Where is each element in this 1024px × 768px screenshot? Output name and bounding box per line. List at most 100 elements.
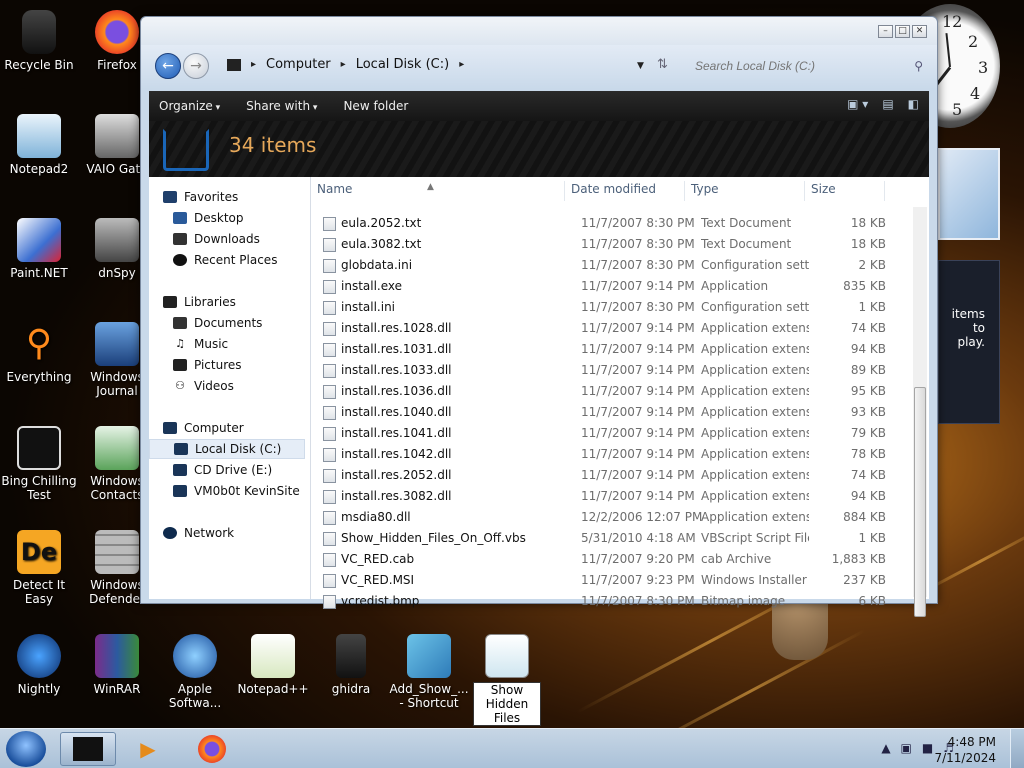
nav-label: Local Disk (C:) bbox=[195, 442, 282, 456]
file-name: install.exe bbox=[341, 279, 403, 293]
desktop-icon-notepad2[interactable]: Notepad2 bbox=[0, 114, 79, 176]
column-header-type[interactable]: Type bbox=[685, 181, 805, 201]
table-row[interactable]: VC_RED.cab 11/7/2007 9:20 PM cab Archive 1,… bbox=[311, 549, 891, 570]
explorer-window[interactable]: – □ ✕ ← → ▸ Computer ▸ Local Disk (C:) ▸… bbox=[140, 16, 938, 617]
clock-numeral: 2 bbox=[968, 32, 979, 51]
monitor-tray-icon[interactable]: ■ bbox=[922, 741, 933, 755]
crumb-separator[interactable]: ▸ bbox=[341, 59, 346, 70]
die-icon: De bbox=[17, 530, 61, 574]
column-header-name[interactable]: Name ▲ bbox=[311, 181, 565, 201]
file-name: install.res.1040.dll bbox=[341, 405, 452, 419]
title-bar[interactable]: – □ ✕ bbox=[141, 17, 937, 45]
column-label: Type bbox=[691, 182, 719, 196]
winrar-icon bbox=[95, 634, 139, 678]
desktop-icon-show-hidden-files[interactable]: Show Hidden Files bbox=[467, 634, 547, 726]
desktop-icon bbox=[173, 212, 187, 224]
table-row[interactable]: install.exe 11/7/2007 9:14 PM Application 8… bbox=[311, 276, 891, 297]
table-row[interactable]: install.ini 11/7/2007 8:30 PM Configuratio… bbox=[311, 297, 891, 318]
crumb-separator[interactable]: ▸ bbox=[251, 59, 256, 70]
desktop-icon-ghidra[interactable]: ghidra bbox=[311, 634, 391, 696]
file-size: 237 KB bbox=[843, 573, 886, 587]
file-type: Bitmap image bbox=[701, 594, 786, 608]
nav-local-disk[interactable]: Local Disk (C:) bbox=[149, 439, 305, 459]
network-tray-icon[interactable]: ▣ bbox=[901, 741, 912, 755]
table-row[interactable]: install.res.1042.dll 11/7/2007 9:14 PM App… bbox=[311, 444, 891, 465]
column-header-size[interactable]: Size bbox=[805, 181, 885, 201]
desktop-icon-apple-update[interactable]: Apple Softwa... bbox=[155, 634, 235, 710]
desktop-icon-rename-field[interactable]: Show Hidden Files bbox=[473, 682, 541, 726]
table-row[interactable]: install.res.1031.dll 11/7/2007 9:14 PM App… bbox=[311, 339, 891, 360]
breadcrumb-computer[interactable]: Computer bbox=[266, 57, 331, 72]
preview-pane-icon[interactable]: ▤ bbox=[882, 97, 893, 111]
nav-network[interactable]: Network bbox=[163, 523, 325, 543]
desktop-icon-nightly[interactable]: Nightly bbox=[0, 634, 79, 696]
close-button[interactable]: ✕ bbox=[912, 25, 927, 38]
desktop-icon-paintnet[interactable]: Paint.NET bbox=[0, 218, 79, 280]
desktop-icon-detect-it-easy[interactable]: De Detect It Easy bbox=[0, 530, 79, 606]
column-header-date[interactable]: Date modified bbox=[565, 181, 685, 201]
file-type: Application extens... bbox=[701, 363, 809, 377]
table-row[interactable]: install.res.1041.dll 11/7/2007 9:14 PM App… bbox=[311, 423, 891, 444]
vertical-scrollbar[interactable] bbox=[913, 207, 927, 617]
nav-label: VM0b0t KevinSite bbox=[194, 484, 300, 498]
nav-computer[interactable]: Computer bbox=[163, 418, 325, 438]
share-with-button[interactable]: Share with bbox=[246, 99, 317, 113]
new-folder-button[interactable]: New folder bbox=[343, 99, 408, 113]
organize-button[interactable]: Organize bbox=[159, 99, 220, 113]
search-icon[interactable]: ⚲ bbox=[914, 59, 923, 73]
file-list[interactable]: Name ▲ Date modified Type Size eula.2052… bbox=[311, 177, 929, 617]
crumb-separator[interactable]: ▸ bbox=[459, 59, 464, 70]
desktop-icon-recycle-bin[interactable]: Recycle Bin bbox=[0, 10, 79, 72]
file-name: VC_RED.MSI bbox=[341, 573, 415, 587]
search-input[interactable] bbox=[687, 53, 927, 79]
taskbar-explorer[interactable] bbox=[60, 732, 116, 766]
desktop-icon-everything[interactable]: ⚲ Everything bbox=[0, 322, 79, 385]
maximize-button[interactable]: □ bbox=[895, 25, 910, 38]
breadcrumb[interactable]: ▸ Computer ▸ Local Disk (C:) ▸ bbox=[227, 57, 464, 72]
table-row[interactable]: eula.2052.txt 11/7/2007 8:30 PM Text Docum… bbox=[311, 213, 891, 234]
desktop-icon-add-show-shortcut[interactable]: Add_Show_... - Shortcut bbox=[389, 634, 469, 710]
table-row[interactable]: install.res.1028.dll 11/7/2007 9:14 PM App… bbox=[311, 318, 891, 339]
taskbar-firefox[interactable] bbox=[184, 732, 240, 766]
show-desktop-button[interactable] bbox=[1010, 729, 1024, 768]
file-size: 835 KB bbox=[843, 279, 886, 293]
file-date: 11/7/2007 9:23 PM bbox=[581, 573, 695, 587]
table-row[interactable]: install.res.1036.dll 11/7/2007 9:14 PM App… bbox=[311, 381, 891, 402]
table-row[interactable]: globdata.ini 11/7/2007 8:30 PM Configurati… bbox=[311, 255, 891, 276]
slideshow-gadget[interactable] bbox=[938, 148, 1000, 240]
desktop-icon-winrar[interactable]: WinRAR bbox=[77, 634, 157, 696]
table-row[interactable]: install.res.2052.dll 11/7/2007 9:14 PM App… bbox=[311, 465, 891, 486]
navigation-pane[interactable]: Favorites Desktop Downloads Recent Place… bbox=[149, 177, 311, 599]
nav-libraries[interactable]: Libraries bbox=[163, 292, 325, 312]
clock-numeral: 3 bbox=[978, 58, 989, 77]
back-button[interactable]: ← bbox=[155, 53, 181, 79]
file-icon bbox=[323, 553, 336, 567]
table-row[interactable]: msdia80.dll 12/2/2006 12:07 PM Application… bbox=[311, 507, 891, 528]
table-row[interactable]: Show_Hidden_Files_On_Off.vbs 5/31/2010 4:… bbox=[311, 528, 891, 549]
table-row[interactable]: vcredist.bmp 11/7/2007 8:30 PM Bitmap imag… bbox=[311, 591, 891, 612]
table-row[interactable]: VC_RED.MSI 11/7/2007 9:23 PM Windows Insta… bbox=[311, 570, 891, 591]
table-row[interactable]: install.res.1033.dll 11/7/2007 9:14 PM App… bbox=[311, 360, 891, 381]
nav-label: Network bbox=[184, 526, 235, 540]
table-row[interactable]: install.res.3082.dll 11/7/2007 9:14 PM App… bbox=[311, 486, 891, 507]
tray-expand-icon[interactable]: ▲ bbox=[881, 741, 890, 755]
desktop-icon-notepadpp[interactable]: Notepad++ bbox=[233, 634, 313, 696]
nav-favorites[interactable]: Favorites bbox=[163, 187, 325, 207]
registry-icon bbox=[407, 634, 451, 678]
feed-gadget[interactable]: items to play. bbox=[938, 260, 1000, 424]
nav-label: Recent Places bbox=[194, 253, 278, 267]
scrollbar-thumb[interactable] bbox=[914, 387, 926, 617]
start-button[interactable] bbox=[6, 731, 46, 767]
view-options-icon[interactable]: ▣ ▾ bbox=[847, 97, 868, 111]
taskbar-clock[interactable]: 4:48 PM 7/11/2024 bbox=[934, 734, 996, 766]
help-icon[interactable]: ◧ bbox=[908, 97, 919, 111]
table-row[interactable]: install.res.1040.dll 11/7/2007 9:14 PM App… bbox=[311, 402, 891, 423]
forward-button[interactable]: → bbox=[183, 53, 209, 79]
desktop-icon-bing-chilling[interactable]: Bing Chilling Test bbox=[0, 426, 79, 502]
table-row[interactable]: eula.3082.txt 11/7/2007 8:30 PM Text Docum… bbox=[311, 234, 891, 255]
minimize-button[interactable]: – bbox=[878, 25, 893, 38]
address-dropdown-icon[interactable]: ▼ bbox=[637, 61, 644, 71]
refresh-icon[interactable]: ⇅ bbox=[657, 57, 668, 72]
taskbar-media-player[interactable]: ▶ bbox=[120, 732, 176, 766]
breadcrumb-local-disk[interactable]: Local Disk (C:) bbox=[356, 57, 449, 72]
